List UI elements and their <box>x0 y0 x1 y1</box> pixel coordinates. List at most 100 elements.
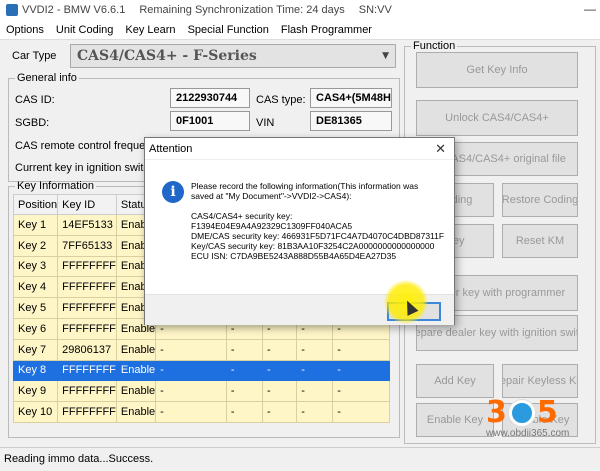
ball-icon <box>508 399 535 426</box>
key-id: FFFFFFFF <box>57 297 117 319</box>
key-status: Enable <box>115 380 157 403</box>
close-icon[interactable]: ✕ <box>435 141 446 157</box>
key-status: Enable <box>115 401 157 423</box>
chevron-down-icon: ▼ <box>382 51 389 61</box>
key-id: FFFFFFFF <box>57 276 117 299</box>
menu-special-function[interactable]: Special Function <box>182 24 275 36</box>
sgbd-label: SGBD: <box>15 117 50 129</box>
watermark-number: 3 5 <box>486 395 558 430</box>
get-key-info-button[interactable]: Get Key Info <box>416 52 578 88</box>
cas-security-key-value: F1394E04E9A4A92329C1309FF040ACA5 <box>191 221 353 231</box>
serial-number: SN:VV <box>358 4 392 16</box>
reset-km-button[interactable]: Reset KM <box>502 224 578 258</box>
function-legend: Function <box>413 40 456 52</box>
sync-time: Remaining Synchronization Time: 24 days <box>139 4 345 16</box>
minimize-icon[interactable]: — <box>584 2 596 16</box>
key-position: Key 6 <box>12 317 59 340</box>
watermark-url: www.obdii365.com <box>486 428 570 439</box>
info-icon: i <box>162 181 184 203</box>
message-line-2: saved at "My Document"->VVDI2->CAS4): <box>191 191 352 201</box>
unlock-cas-button[interactable]: Unlock CAS4/CAS4+ <box>416 100 578 136</box>
key-position: Key 9 <box>12 380 59 403</box>
key-position: Key 3 <box>12 255 59 278</box>
key-extra: - <box>155 359 227 382</box>
message-line-1: Please record the following information(… <box>191 181 419 191</box>
menu-options[interactable]: Options <box>0 24 50 36</box>
key-extra: - <box>332 401 390 423</box>
status-bar: Reading immo data...Success. <box>0 447 600 471</box>
ecu-isn: ECU ISN: C7DA9BE5243A888D55B4A65D4EA27D3… <box>191 251 397 261</box>
key-extra: - <box>332 338 390 361</box>
key-row[interactable]: Key 9 FFFFFFFF Enable - - - - - <box>12 380 390 403</box>
key-extra: - <box>261 401 298 423</box>
key-extra: - <box>225 380 263 403</box>
key-position: Key 4 <box>12 276 59 299</box>
key-status: Enable <box>115 338 157 361</box>
menu-bar: Options Unit Coding Key Learn Special Fu… <box>0 20 600 40</box>
key-extra: - <box>332 380 390 403</box>
vin-value: DE81365 <box>310 111 392 131</box>
dialog-title: Attention <box>145 138 454 160</box>
key-information-legend: Key Information <box>17 180 95 192</box>
key-id: 29806137 <box>57 338 117 361</box>
column-key-id[interactable]: Key ID <box>57 194 117 215</box>
key-id: FFFFFFFF <box>57 255 117 278</box>
restore-coding-button[interactable]: Restore Coding <box>502 183 578 217</box>
column-position[interactable]: Position <box>12 194 59 215</box>
key-position: Key 1 <box>12 214 59 236</box>
app-icon <box>6 4 18 16</box>
cas-security-key-label: CAS4/CAS4+ security key: <box>191 211 293 221</box>
key-id: FFFFFFFF <box>57 401 117 423</box>
key-extra: - <box>261 380 298 403</box>
key-id: FFFFFFFF <box>57 380 117 403</box>
key-position: Key 2 <box>12 234 59 257</box>
menu-flash-programmer[interactable]: Flash Programmer <box>275 24 378 36</box>
dialog-message: Please record the following information(… <box>191 181 453 261</box>
key-status: Enable <box>115 359 157 382</box>
key-extra: - <box>155 338 227 361</box>
key-extra: - <box>296 359 334 382</box>
key-row[interactable]: Key 10 FFFFFFFF Enable - - - - - <box>12 401 390 423</box>
car-type-select[interactable]: CAS4/CAS4+ - F-Series ▼ <box>70 44 396 68</box>
key-extra: - <box>296 380 334 403</box>
window-title: VVDI2 - BMW V6.6.1 <box>22 4 126 16</box>
menu-unit-coding[interactable]: Unit Coding <box>50 24 119 36</box>
key-position: Key 7 <box>12 338 59 361</box>
sgbd-value: 0F1001 <box>170 111 250 131</box>
key-extra: - <box>332 359 390 382</box>
car-type-label: Car Type <box>12 50 57 62</box>
menu-key-learn[interactable]: Key Learn <box>119 24 181 36</box>
key-extra: - <box>261 359 298 382</box>
watermark-logo: 3 5 www.obdii365.com <box>486 395 578 445</box>
key-extra: - <box>225 359 263 382</box>
vin-label: VIN <box>256 117 275 129</box>
key-id: FFFFFFFF <box>57 317 117 340</box>
key-id: FFFFFFFF <box>57 359 117 382</box>
key-extra: - <box>225 401 263 423</box>
title-bar: VVDI2 - BMW V6.6.1 Remaining Synchroniza… <box>0 0 600 20</box>
key-id: 14EF5133 <box>57 214 117 236</box>
remote-frequency-label: CAS remote control frequency <box>15 140 163 152</box>
key-extra: - <box>155 401 227 423</box>
key-id: 7FF65133 <box>57 234 117 257</box>
key-extra: - <box>261 338 298 361</box>
key-cas-security-key: Key/CAS security key: 81B3AA10F3254C2A00… <box>191 241 435 251</box>
key-row[interactable]: Key 7 29806137 Enable - - - - - <box>12 338 390 361</box>
cas-type-value: CAS4+(5M48H/1 <box>310 88 392 108</box>
key-extra: - <box>155 380 227 403</box>
key-extra: - <box>296 401 334 423</box>
cas-type-label: CAS type: <box>256 94 306 106</box>
key-row[interactable]: Key 8 FFFFFFFF Enable - - - - - <box>12 359 390 382</box>
general-info-legend: General info <box>17 72 77 84</box>
car-type-value: CAS4/CAS4+ - F-Series <box>77 48 257 64</box>
repair-keyless-key-button[interactable]: Repair Keyless Key <box>502 364 578 398</box>
key-position: Key 5 <box>12 297 59 319</box>
key-position: Key 10 <box>12 401 59 423</box>
key-extra: - <box>296 338 334 361</box>
key-extra: - <box>225 338 263 361</box>
cas-id-value: 2122930744 <box>170 88 250 108</box>
add-key-button[interactable]: Add Key <box>416 364 494 398</box>
enable-key-button[interactable]: Enable Key <box>416 403 494 437</box>
cas-id-label: CAS ID: <box>15 94 55 106</box>
dme-security-key: DME/CAS security key: 466931F5D71FC4A7D4… <box>191 231 445 241</box>
